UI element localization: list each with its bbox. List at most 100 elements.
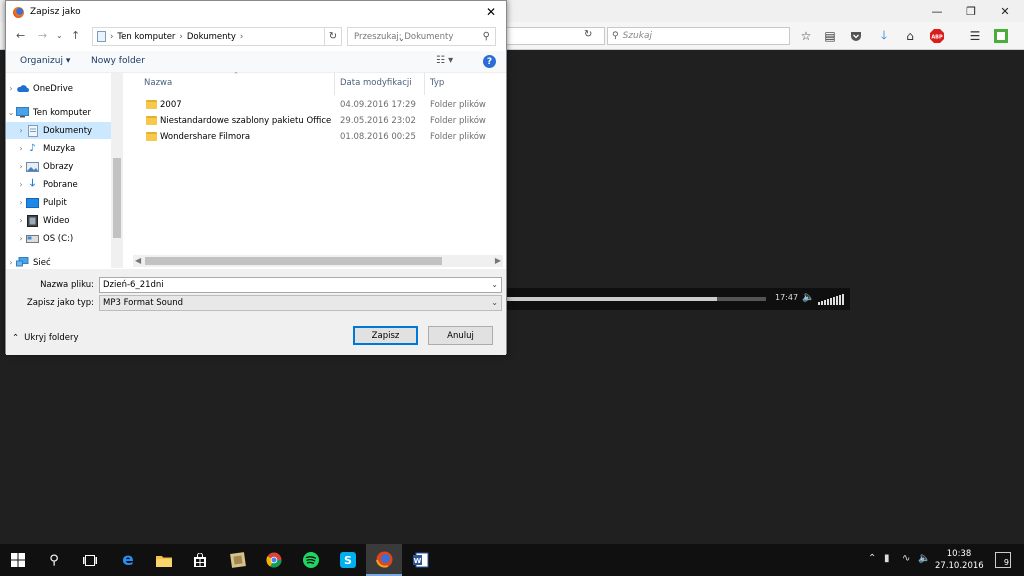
- save-button[interactable]: Zapisz: [353, 326, 418, 345]
- forward-arrow-icon[interactable]: →: [38, 29, 47, 42]
- back-arrow-icon[interactable]: ←: [16, 29, 25, 42]
- start-button[interactable]: [0, 544, 36, 576]
- navigation-scrollbar[interactable]: [111, 73, 123, 268]
- notification-center-icon[interactable]: 9: [995, 552, 1011, 568]
- downloads-icon[interactable]: 🡓: [876, 28, 892, 44]
- edge-icon[interactable]: e: [110, 544, 146, 576]
- expand-chevron-icon[interactable]: ›: [6, 84, 16, 93]
- app-icon[interactable]: [220, 544, 256, 576]
- progress-bar[interactable]: [506, 297, 766, 301]
- breadcrumb-documents[interactable]: Dokumenty: [187, 32, 236, 42]
- dialog-close-button[interactable]: ✕: [476, 1, 506, 23]
- recent-chevron-icon[interactable]: ⌄: [56, 31, 63, 40]
- audio-player: 17:47 🔈: [500, 288, 850, 310]
- tree-item-downloads[interactable]: › 🡓 Pobrane: [6, 176, 116, 193]
- extension-icon[interactable]: [993, 28, 1009, 44]
- scrollbar-thumb[interactable]: [113, 158, 121, 238]
- restore-button[interactable]: ❐: [954, 0, 988, 22]
- home-icon[interactable]: ⌂: [902, 28, 918, 44]
- volume-icon[interactable]: 🔈: [802, 292, 814, 303]
- sort-ascending-icon: ⌃: [233, 71, 239, 79]
- show-hidden-icons-icon[interactable]: ⌃: [868, 553, 876, 564]
- refresh-icon[interactable]: ↻: [325, 27, 342, 46]
- up-arrow-icon[interactable]: ↑: [71, 29, 80, 42]
- collapse-chevron-icon[interactable]: ⌄: [6, 108, 16, 117]
- column-type-header[interactable]: Typ: [430, 78, 444, 88]
- reading-list-icon[interactable]: ▤: [822, 28, 838, 44]
- breadcrumb-this-pc[interactable]: Ten komputer: [117, 32, 175, 42]
- cloud-icon: [16, 83, 29, 94]
- expand-chevron-icon[interactable]: ›: [16, 180, 26, 189]
- scroll-left-icon[interactable]: ◀: [135, 256, 141, 265]
- volume-slider[interactable]: [818, 293, 844, 305]
- browser-search-input[interactable]: ⚲ Szukaj: [607, 27, 790, 45]
- expand-chevron-icon[interactable]: ›: [16, 234, 26, 243]
- horizontal-scrollbar[interactable]: ◀ ▶: [133, 255, 503, 267]
- expand-chevron-icon[interactable]: ›: [6, 258, 16, 267]
- tree-item-pictures[interactable]: › Obrazy: [6, 158, 116, 175]
- menu-icon[interactable]: ☰: [967, 28, 983, 44]
- tree-item-music[interactable]: › ♪ Muzyka: [6, 140, 116, 157]
- chrome-icon[interactable]: [256, 544, 292, 576]
- column-name-header[interactable]: Nazwa: [144, 78, 172, 88]
- minimize-button[interactable]: —: [920, 0, 954, 22]
- reload-icon[interactable]: ↻: [584, 29, 592, 40]
- file-row[interactable]: Niestandardowe szablony pakietu Office 2…: [133, 113, 503, 129]
- address-bar[interactable]: › Ten komputer › Dokumenty › ⌄: [92, 27, 405, 46]
- tree-item-desktop[interactable]: › Pulpit: [6, 194, 116, 211]
- organize-button[interactable]: Organizuj ▾: [20, 56, 70, 66]
- tree-label: Obrazy: [43, 161, 74, 172]
- power-icon[interactable]: ▮: [884, 553, 890, 564]
- expand-chevron-icon[interactable]: ›: [16, 162, 26, 171]
- file-explorer-icon[interactable]: [146, 544, 182, 576]
- expand-chevron-icon[interactable]: ›: [16, 144, 26, 153]
- video-icon: [26, 214, 39, 227]
- system-clock[interactable]: 10:38 27.10.2016: [935, 548, 984, 572]
- new-folder-button[interactable]: Nowy folder: [91, 56, 145, 66]
- spotify-icon[interactable]: [293, 544, 329, 576]
- file-name: 2007: [160, 100, 182, 110]
- tree-item-documents[interactable]: › Dokumenty: [6, 122, 116, 139]
- tree-item-video[interactable]: › Wideo: [6, 212, 116, 229]
- help-icon[interactable]: ?: [483, 55, 496, 68]
- tree-label: Sieć: [33, 257, 51, 268]
- wifi-icon[interactable]: ∿: [902, 553, 910, 564]
- hide-folders-toggle[interactable]: ⌃ Ukryj foldery: [12, 333, 79, 343]
- tree-item-this-pc[interactable]: ⌄ Ten komputer: [6, 104, 116, 121]
- browser-search-placeholder: Szukaj: [622, 31, 652, 41]
- word-icon[interactable]: W: [403, 544, 439, 576]
- skype-icon[interactable]: S: [330, 544, 366, 576]
- folder-icon: [146, 100, 157, 109]
- expand-chevron-icon[interactable]: ›: [16, 198, 26, 207]
- filetype-select[interactable]: MP3 Format Sound ⌄: [99, 295, 502, 311]
- filename-input[interactable]: Dzień-6_21dni ⌄: [99, 277, 502, 293]
- column-divider[interactable]: [424, 73, 425, 95]
- folder-search-input[interactable]: Przeszukaj: Dokumenty ⚲: [347, 27, 496, 46]
- store-icon[interactable]: [182, 544, 218, 576]
- column-divider[interactable]: [334, 73, 335, 95]
- view-options-icon[interactable]: ☷ ▾: [436, 55, 453, 66]
- file-row[interactable]: 2007 04.09.2016 17:29 Folder plików: [133, 97, 503, 113]
- chevron-down-icon[interactable]: ⌄: [491, 280, 498, 289]
- task-view-icon[interactable]: [72, 544, 108, 576]
- tree-item-onedrive[interactable]: › OneDrive: [6, 80, 116, 97]
- scroll-right-icon[interactable]: ▶: [495, 256, 501, 265]
- bookmark-star-icon[interactable]: ☆: [798, 28, 814, 44]
- file-row[interactable]: Wondershare Filmora 01.08.2016 00:25 Fol…: [133, 129, 503, 145]
- download-icon: 🡓: [29, 178, 36, 189]
- cancel-button[interactable]: Anuluj: [428, 326, 493, 345]
- volume-icon[interactable]: 🔈: [918, 553, 930, 564]
- expand-chevron-icon[interactable]: ›: [16, 126, 26, 135]
- windows-icon: [11, 553, 25, 567]
- tree-label: OneDrive: [33, 83, 73, 94]
- adblock-icon[interactable]: ABP: [929, 28, 945, 44]
- expand-chevron-icon[interactable]: ›: [16, 216, 26, 225]
- firefox-taskbar-icon[interactable]: [366, 544, 402, 576]
- scrollbar-thumb[interactable]: [145, 257, 442, 265]
- column-date-header[interactable]: Data modyfikacji: [340, 78, 412, 88]
- pocket-icon[interactable]: [848, 28, 864, 44]
- tree-item-os-c[interactable]: › OS (C:): [6, 230, 116, 247]
- close-window-button[interactable]: ✕: [988, 0, 1022, 22]
- search-icon[interactable]: ⚲: [36, 544, 72, 576]
- folder-search-placeholder: Przeszukaj: Dokumenty: [354, 31, 454, 42]
